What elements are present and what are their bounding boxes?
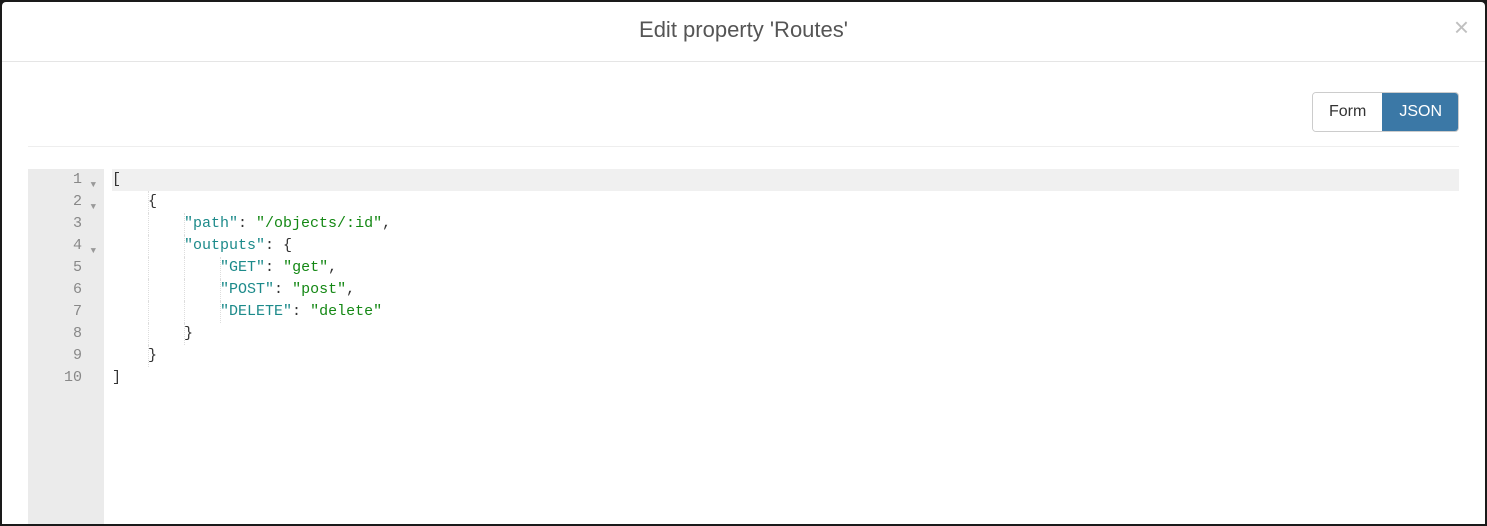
- gutter-line: 7: [38, 301, 94, 323]
- code-text: [: [112, 171, 121, 188]
- code-line[interactable]: "outputs": {: [112, 235, 1459, 257]
- view-toolbar: Form JSON: [28, 62, 1459, 147]
- modal-title: Edit property 'Routes': [639, 17, 848, 43]
- json-tab-button[interactable]: JSON: [1382, 93, 1458, 131]
- code-text: ]: [112, 369, 121, 386]
- gutter-line: 6: [38, 279, 94, 301]
- indent-guide: [184, 213, 185, 235]
- gutter-line: 10: [38, 367, 94, 389]
- indent-guide: [220, 257, 221, 279]
- modal-body: Form JSON 1▼2▼34▼5678910 [ { "path": "/o…: [2, 62, 1485, 524]
- editor-gutter: 1▼2▼34▼5678910: [28, 169, 104, 524]
- code-text: "GET": "get",: [112, 259, 337, 276]
- gutter-line: 8: [38, 323, 94, 345]
- indent-guide: [220, 301, 221, 323]
- gutter-line: 4▼: [38, 235, 94, 257]
- gutter-line: 9: [38, 345, 94, 367]
- indent-guide: [184, 257, 185, 279]
- editor-code-area[interactable]: [ { "path": "/objects/:id", "outputs": {…: [104, 169, 1459, 524]
- indent-guide: [184, 323, 185, 345]
- code-line[interactable]: ]: [112, 367, 1459, 389]
- form-tab-button[interactable]: Form: [1313, 93, 1382, 131]
- code-text: "path": "/objects/:id",: [112, 215, 391, 232]
- indent-guide: [148, 323, 149, 345]
- code-line[interactable]: "GET": "get",: [112, 257, 1459, 279]
- json-editor[interactable]: 1▼2▼34▼5678910 [ { "path": "/objects/:id…: [28, 169, 1459, 524]
- code-text: }: [112, 347, 157, 364]
- indent-guide: [148, 213, 149, 235]
- code-text: "outputs": {: [112, 237, 292, 254]
- close-icon[interactable]: ×: [1454, 14, 1469, 40]
- code-line[interactable]: [: [112, 169, 1459, 191]
- indent-guide: [148, 191, 149, 213]
- code-line[interactable]: }: [112, 323, 1459, 345]
- code-line[interactable]: "DELETE": "delete": [112, 301, 1459, 323]
- code-line[interactable]: "path": "/objects/:id",: [112, 213, 1459, 235]
- edit-property-modal: Edit property 'Routes' × Form JSON 1▼2▼3…: [2, 2, 1485, 524]
- code-text: {: [112, 193, 157, 210]
- code-text: }: [112, 325, 193, 342]
- indent-guide: [148, 301, 149, 323]
- indent-guide: [220, 279, 221, 301]
- indent-guide: [148, 257, 149, 279]
- code-line[interactable]: {: [112, 191, 1459, 213]
- gutter-line: 1▼: [38, 169, 94, 191]
- indent-guide: [148, 235, 149, 257]
- code-line[interactable]: }: [112, 345, 1459, 367]
- gutter-line: 3: [38, 213, 94, 235]
- indent-guide: [148, 279, 149, 301]
- indent-guide: [184, 279, 185, 301]
- code-line[interactable]: "POST": "post",: [112, 279, 1459, 301]
- gutter-line: 5: [38, 257, 94, 279]
- code-text: "DELETE": "delete": [112, 303, 382, 320]
- indent-guide: [148, 345, 149, 367]
- indent-guide: [184, 301, 185, 323]
- gutter-line: 2▼: [38, 191, 94, 213]
- indent-guide: [184, 235, 185, 257]
- view-toggle-group: Form JSON: [1312, 92, 1459, 132]
- modal-header: Edit property 'Routes' ×: [2, 2, 1485, 62]
